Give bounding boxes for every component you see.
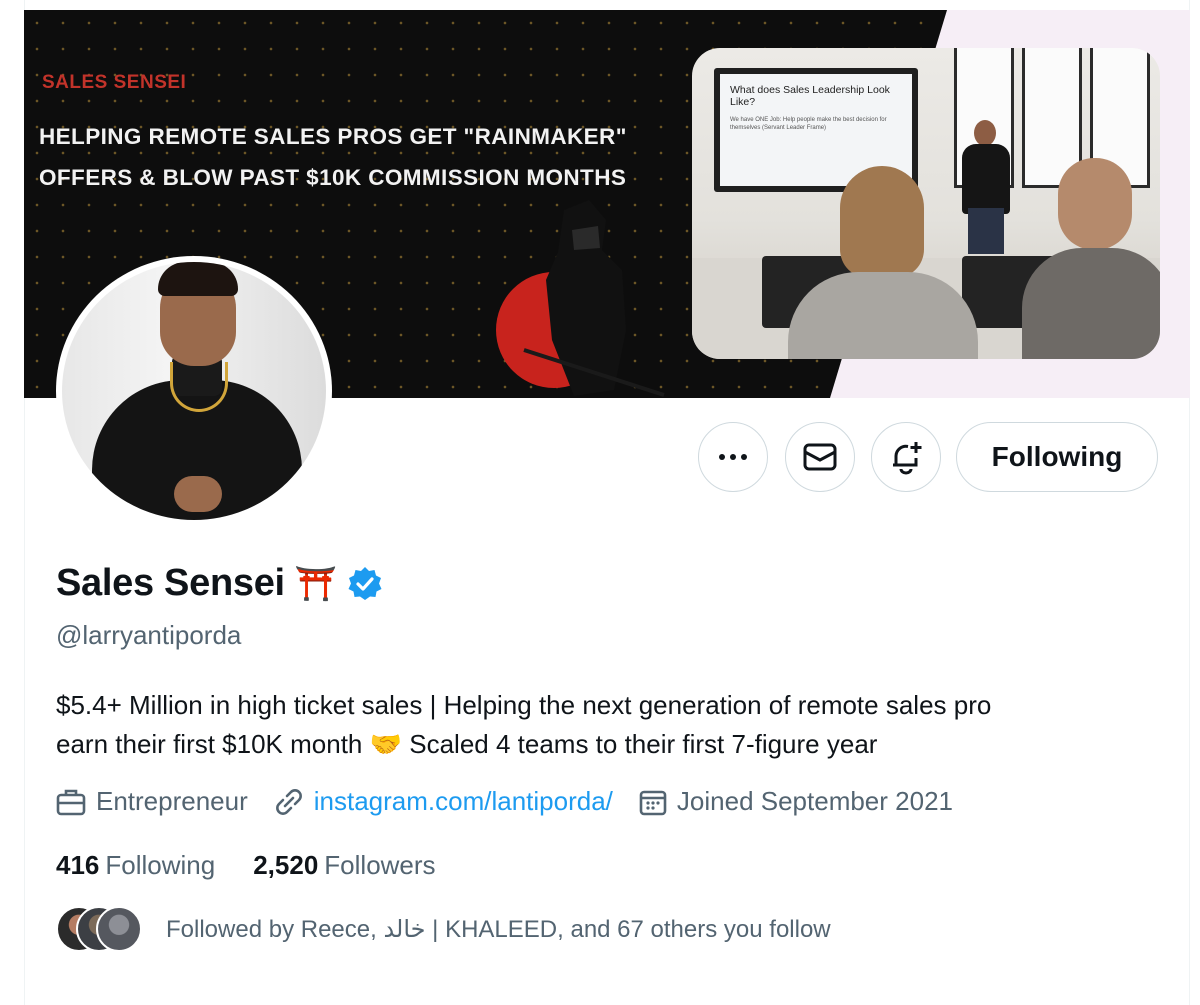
classroom-photo: What does Sales Leadership Look Like? We… xyxy=(692,48,1160,359)
message-button[interactable] xyxy=(785,422,855,492)
link-item[interactable]: instagram.com/lantiporda/ xyxy=(274,786,613,817)
name-row: Sales Sensei ⛩️ xyxy=(56,562,383,605)
following-button[interactable]: Following xyxy=(956,422,1158,492)
slide-title: What does Sales Leadership Look Like? xyxy=(730,84,890,108)
profile-meta: Entrepreneur instagram.com/lantiporda/ J… xyxy=(56,786,979,817)
bell-plus-icon xyxy=(893,442,922,475)
profile-handle: @larryantiporda xyxy=(56,620,242,650)
link-icon xyxy=(275,788,302,815)
more-horizontal-icon xyxy=(719,454,747,460)
envelope-icon xyxy=(803,443,837,471)
briefcase-icon xyxy=(56,789,86,815)
profile-bio: $5.4+ Million in high ticket sales | Hel… xyxy=(56,686,1166,764)
category-item: Entrepreneur xyxy=(56,786,248,817)
joined-item: Joined September 2021 xyxy=(639,786,953,817)
followed-by-row[interactable]: Followed by Reece, خالد | KHALEED, and 6… xyxy=(56,906,831,952)
followers-label: Followers xyxy=(324,850,436,880)
following-stat[interactable]: 416 Following xyxy=(56,850,215,881)
joined-date: Joined September 2021 xyxy=(676,786,953,816)
bio-line-1: $5.4+ Million in high ticket sales | Hel… xyxy=(56,690,992,720)
profile-link[interactable]: instagram.com/lantiporda/ xyxy=(314,786,613,817)
follow-stats: 416 Following 2,520 Followers xyxy=(56,850,474,881)
banner-headline: HELPING REMOTE SALES PROS GET "RAINMAKER… xyxy=(39,116,699,198)
followers-stat[interactable]: 2,520 Followers xyxy=(253,850,435,881)
category-label: Entrepreneur xyxy=(96,786,248,816)
handshake-emoji: 🤝 xyxy=(369,729,402,759)
followers-count: 2,520 xyxy=(253,850,319,880)
bio-line-2a: earn their first $10K month xyxy=(56,729,363,759)
banner-kicker: SALES SENSEI xyxy=(42,72,187,93)
samurai-graphic xyxy=(496,200,665,397)
bio-line-2b: Scaled 4 teams to their first 7-figure y… xyxy=(409,729,878,759)
following-label: Following xyxy=(105,850,216,880)
follower-avatar xyxy=(96,906,142,952)
torii-emoji: ⛩️ xyxy=(294,564,338,603)
verified-badge-icon[interactable] xyxy=(347,566,383,602)
display-name: Sales Sensei xyxy=(56,562,285,604)
followed-by-text: Followed by Reece, خالد | KHALEED, and 6… xyxy=(166,915,831,943)
following-count: 416 xyxy=(56,850,100,880)
notify-button[interactable] xyxy=(871,422,941,492)
calendar-icon xyxy=(639,790,667,815)
slide-bullet: We have ONE Job: Help people make the be… xyxy=(730,117,887,131)
more-button[interactable] xyxy=(698,422,768,492)
banner-headline-line1: HELPING REMOTE SALES PROS GET "RAINMAKER… xyxy=(39,124,627,149)
profile-avatar[interactable] xyxy=(56,256,332,526)
